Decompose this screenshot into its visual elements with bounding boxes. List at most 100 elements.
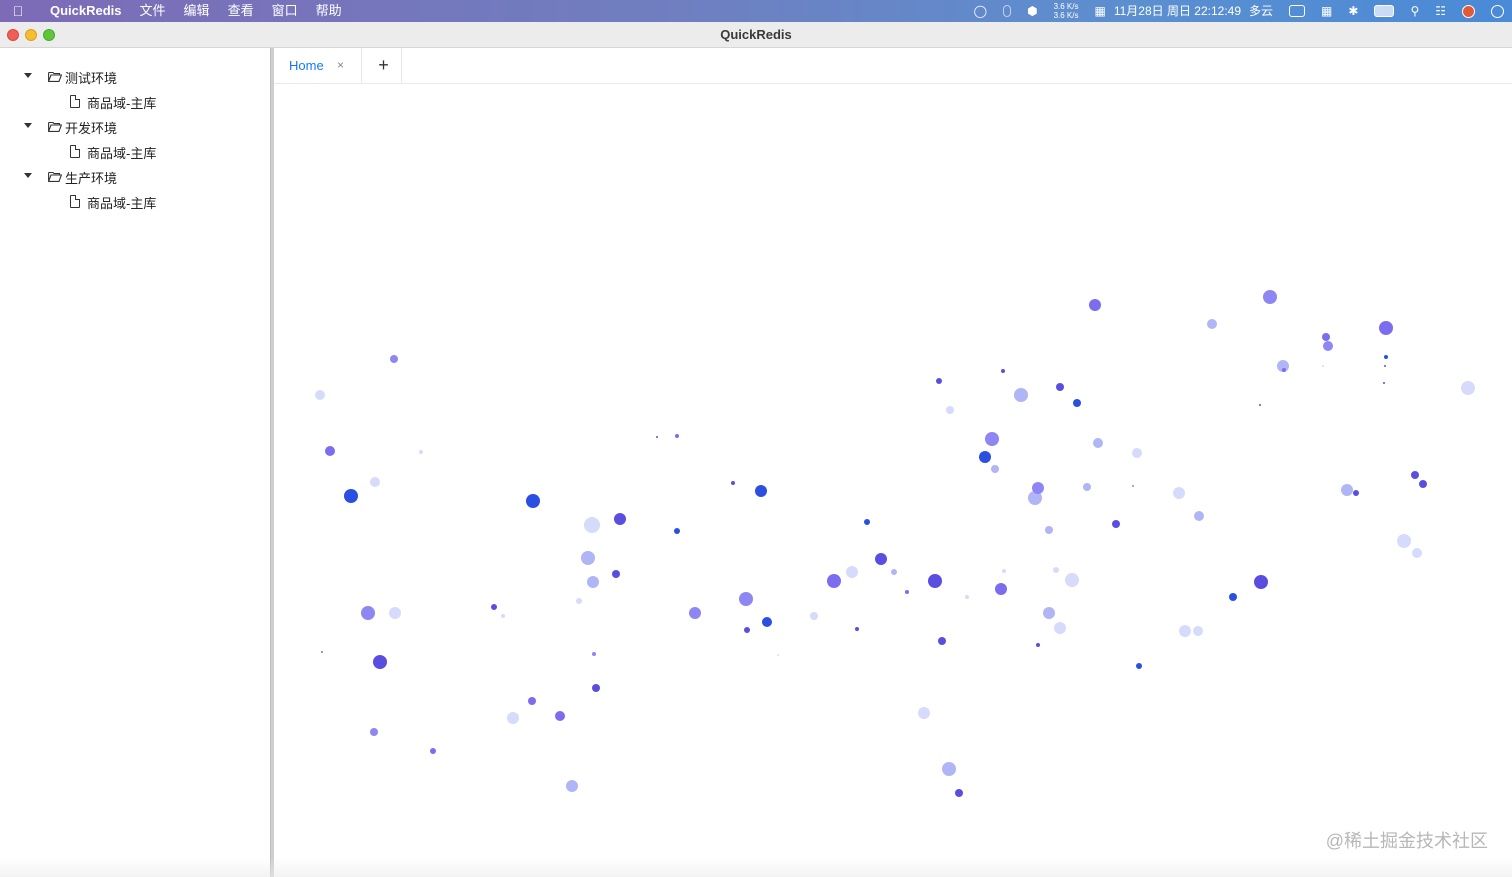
particle-dot xyxy=(1461,381,1475,395)
bluetooth-icon[interactable]: ✱ xyxy=(1340,0,1366,22)
particle-dot xyxy=(991,465,999,473)
particle-dot xyxy=(390,355,398,363)
particle-dot xyxy=(1254,575,1268,589)
particle-dot xyxy=(1353,490,1359,496)
battery-icon[interactable] xyxy=(1366,0,1402,22)
tree-leaf-prod-db[interactable]: 商品域-主库 xyxy=(0,189,270,214)
siri-icon[interactable] xyxy=(1483,0,1512,22)
caret-down-icon[interactable] xyxy=(24,73,32,78)
close-icon[interactable]: × xyxy=(337,58,344,72)
particle-dot xyxy=(526,494,540,508)
particle-dot xyxy=(491,604,497,610)
particle-dot xyxy=(1043,607,1055,619)
particle-dot xyxy=(918,707,930,719)
menu-app-name[interactable]: QuickRedis xyxy=(36,0,131,22)
particle-dot xyxy=(1132,485,1134,487)
add-tab-button[interactable]: + xyxy=(366,48,402,84)
particle-dot xyxy=(1229,593,1237,601)
menu-edit[interactable]: 编辑 xyxy=(175,0,219,22)
particle-dot xyxy=(1002,569,1006,573)
connection-tree: 测试环境 商品域-主库 开发环境 商品域-主库 生产环境 商品域-主库 xyxy=(0,64,270,214)
particle-dot xyxy=(528,697,536,705)
particle-dot xyxy=(1045,526,1053,534)
particle-dot xyxy=(1073,399,1081,407)
particle-dot xyxy=(755,485,767,497)
tree-group-test[interactable]: 测试环境 xyxy=(0,64,270,89)
menu-view[interactable]: 查看 xyxy=(219,0,263,22)
menu-help[interactable]: 帮助 xyxy=(307,0,351,22)
folder-open-icon xyxy=(48,121,62,132)
tree-group-dev[interactable]: 开发环境 xyxy=(0,114,270,139)
particle-dot xyxy=(1193,626,1203,636)
particle-dot xyxy=(995,583,1007,595)
maximize-window-button[interactable] xyxy=(43,29,55,41)
particle-dot xyxy=(1093,438,1103,448)
particle-dot xyxy=(855,627,859,631)
network-speed[interactable]: 3.6 K/s 3.6 K/s xyxy=(1046,0,1087,22)
particle-dot xyxy=(1014,388,1028,402)
particle-dot xyxy=(1173,487,1185,499)
minimize-window-button[interactable] xyxy=(25,29,37,41)
tree-leaf-test-db[interactable]: 商品域-主库 xyxy=(0,89,270,114)
chat-icon[interactable]: ◯ xyxy=(966,0,995,22)
datetime[interactable]: 11月28日 周日 22:12:49 xyxy=(1114,0,1249,22)
grid-icon[interactable]: ▦ xyxy=(1313,0,1340,22)
caret-down-icon[interactable] xyxy=(24,123,32,128)
particle-dot xyxy=(777,654,779,656)
particle-dot xyxy=(1341,484,1353,496)
particle-dot xyxy=(592,652,596,656)
particle-dot xyxy=(1322,333,1330,341)
particle-dot xyxy=(587,576,599,588)
particle-dot xyxy=(1083,483,1091,491)
shield-icon[interactable]: ⬢ xyxy=(1019,0,1045,22)
close-window-button[interactable] xyxy=(7,29,19,41)
particle-dot xyxy=(1132,448,1142,458)
particle-dot xyxy=(965,595,969,599)
particle-dot xyxy=(389,607,401,619)
particle-dot xyxy=(1322,365,1324,367)
particle-dot xyxy=(321,651,323,653)
particle-dot xyxy=(1384,365,1386,367)
file-icon xyxy=(70,95,80,108)
tree-leaf-dev-db[interactable]: 商品域-主库 xyxy=(0,139,270,164)
mouse-icon[interactable] xyxy=(995,0,1019,22)
particle-dot xyxy=(1383,382,1385,384)
apple-icon[interactable]:  xyxy=(0,3,36,19)
user-avatar-icon[interactable] xyxy=(1454,0,1483,22)
spotlight-search-icon[interactable]: ⚲ xyxy=(1402,0,1427,22)
folder-open-icon xyxy=(48,71,62,82)
menu-bar:  QuickRedis 文件 编辑 查看 窗口 帮助 ◯ ⬢ 3.6 K/s … xyxy=(0,0,1512,22)
particle-dot xyxy=(1282,368,1286,372)
particle-dot xyxy=(576,598,582,604)
folder-open-icon xyxy=(48,171,62,182)
particle-dot xyxy=(419,450,423,454)
weather[interactable]: 多云 xyxy=(1249,0,1281,22)
caret-down-icon[interactable] xyxy=(24,173,32,178)
particle-dot xyxy=(1259,404,1261,406)
watermark: @稀土掘金技术社区 xyxy=(1325,831,1488,851)
particle-dot xyxy=(739,592,753,606)
particle-dot xyxy=(744,627,750,633)
menu-file[interactable]: 文件 xyxy=(131,0,175,22)
particle-dot xyxy=(946,406,954,414)
particle-dot xyxy=(325,446,335,456)
control-center-icon[interactable]: ☷ xyxy=(1427,0,1454,22)
particle-dot xyxy=(1112,520,1120,528)
tree-group-prod[interactable]: 生产环境 xyxy=(0,164,270,189)
particle-dot xyxy=(955,789,963,797)
file-icon xyxy=(70,145,80,158)
particle-dot xyxy=(891,569,897,575)
particle-dot xyxy=(942,762,956,776)
particle-dot xyxy=(936,378,942,384)
particle-dot xyxy=(1089,299,1101,311)
calendar-icon[interactable]: ▦ xyxy=(1086,0,1113,22)
particle-dot xyxy=(1053,567,1059,573)
particle-dot xyxy=(1384,355,1388,359)
menu-window[interactable]: 窗口 xyxy=(263,0,307,22)
particle-dot xyxy=(1379,321,1393,335)
keyboard-icon[interactable] xyxy=(1281,0,1313,22)
particle-dot xyxy=(1207,319,1217,329)
tree-leaf-label: 商品域-主库 xyxy=(87,196,157,211)
tab-home[interactable]: Home × xyxy=(274,48,362,84)
bottom-fade xyxy=(0,857,1512,877)
